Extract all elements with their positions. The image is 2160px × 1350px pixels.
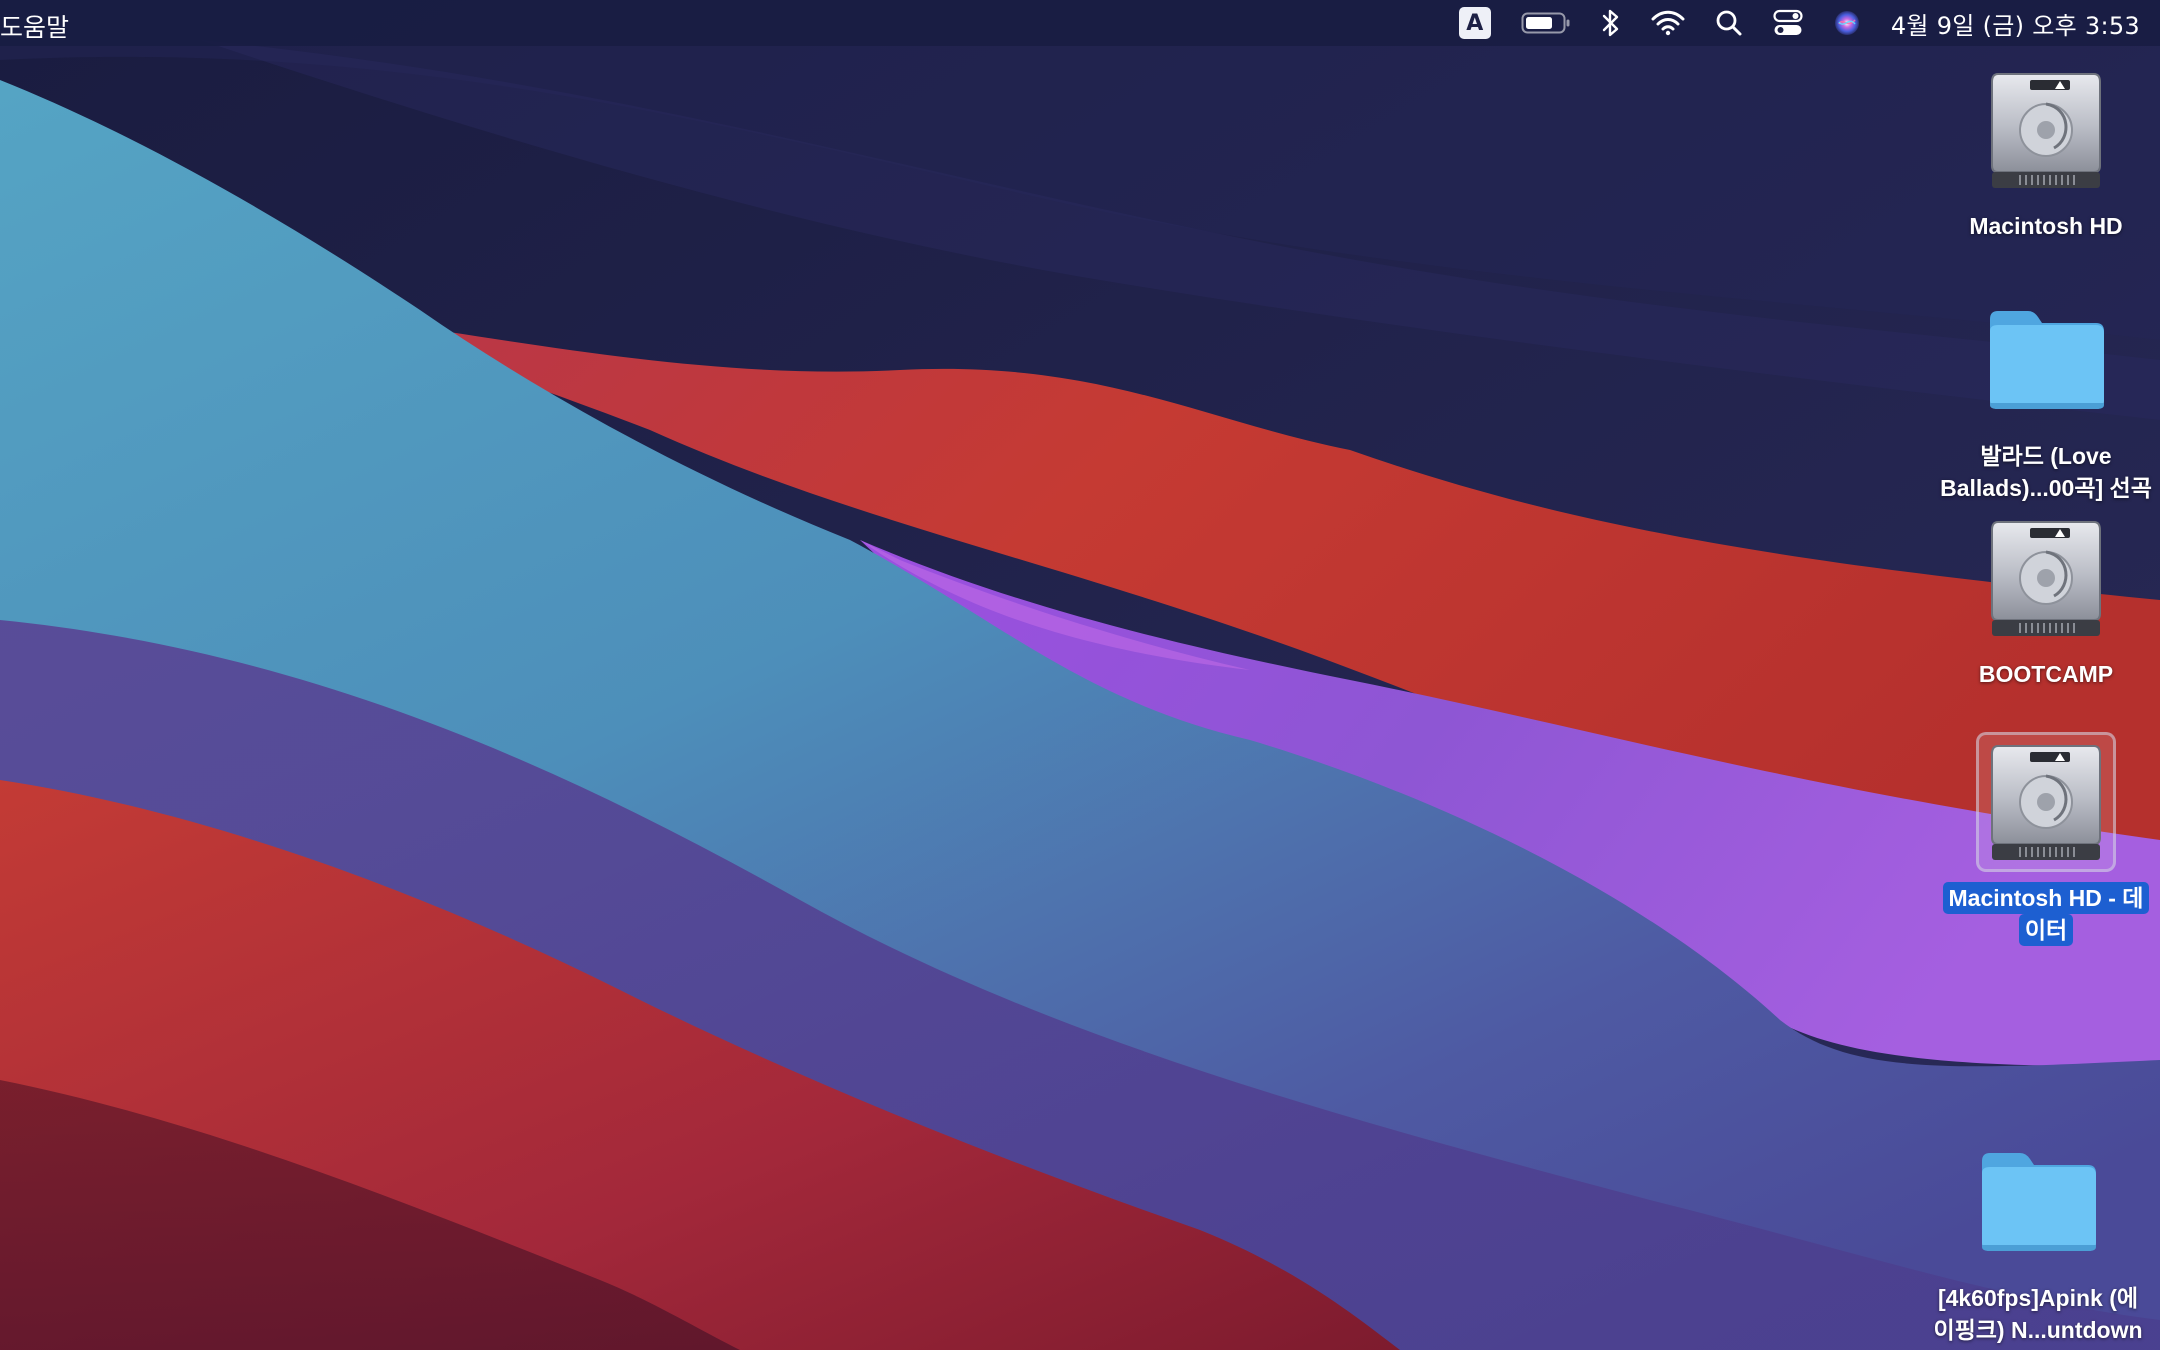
desktop-wallpaper <box>0 0 2160 1350</box>
desktop-item-macintosh-hd-data[interactable]: Macintosh HD - 데 이터 <box>1926 732 2160 946</box>
siri-icon[interactable] <box>1833 9 1861 37</box>
folder-icon <box>1968 1132 2108 1272</box>
desktop-item-apink-folder[interactable]: [4k60fps]Apink (에 이핑크) N...untdown <box>1918 1132 2158 1346</box>
menu-bar: 도움말 A 4월 9일 (금) 오후 3:53 <box>0 0 2160 46</box>
bluetooth-icon[interactable] <box>1601 8 1621 38</box>
hard-drive-icon <box>1976 732 2116 872</box>
desktop-item-ballads-folder[interactable]: 발라드 (Love Ballads)...00곡] 선곡 <box>1926 290 2160 504</box>
desktop-item-label: Macintosh HD <box>1969 213 2123 239</box>
hard-drive-icon <box>1976 508 2116 648</box>
folder-icon <box>1976 290 2116 430</box>
desktop-item-label: [4k60fps]Apink (에 이핑크) N...untdown <box>1933 1285 2143 1343</box>
spotlight-search-icon[interactable] <box>1715 9 1743 37</box>
desktop-item-label: 발라드 (Love Ballads)...00곡] 선곡 <box>1940 443 2152 501</box>
desktop-item-macintosh-hd[interactable]: Macintosh HD <box>1926 60 2160 242</box>
menu-item-help[interactable]: 도움말 <box>0 8 69 44</box>
hard-drive-icon <box>1976 60 2116 200</box>
input-source-indicator[interactable]: A <box>1458 7 1491 39</box>
desktop-item-bootcamp[interactable]: BOOTCAMP <box>1926 508 2160 690</box>
menu-bar-status-area: A 4월 9일 (금) 오후 3:53 <box>1429 0 2140 46</box>
battery-icon[interactable] <box>1521 11 1571 35</box>
menu-bar-clock[interactable]: 4월 9일 (금) 오후 3:53 <box>1891 6 2140 41</box>
desktop-item-label-selected: Macintosh HD - 데 이터 <box>1942 882 2150 946</box>
desktop-item-label: BOOTCAMP <box>1978 661 2114 687</box>
wifi-icon[interactable] <box>1651 10 1685 36</box>
control-center-icon[interactable] <box>1773 9 1803 37</box>
desktop[interactable]: 도움말 A 4월 9일 (금) 오후 3:53 Macintosh HD 발라드… <box>0 0 2160 1350</box>
